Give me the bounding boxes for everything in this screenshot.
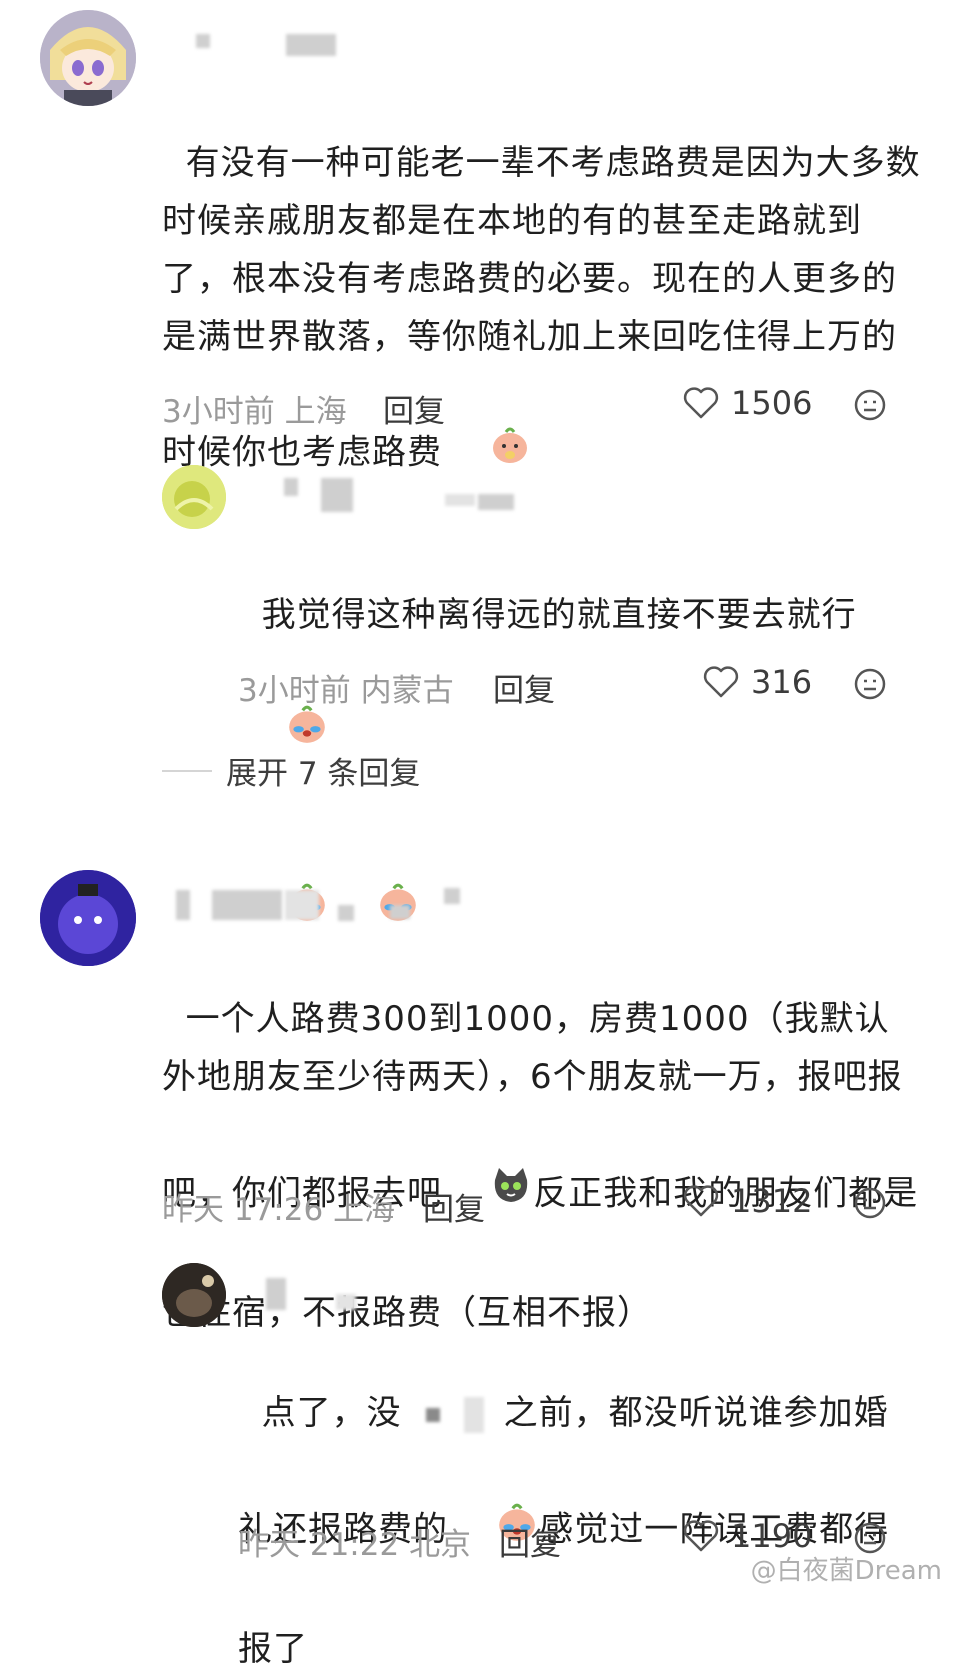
like-button[interactable]: 316 — [703, 663, 812, 701]
avatar[interactable] — [40, 870, 136, 966]
expand-replies-button[interactable]: 展开 7 条回复 — [162, 748, 420, 793]
watermark: @白夜菌Dream — [750, 1556, 942, 1586]
reply-button[interactable]: 回复 — [493, 665, 555, 710]
username-redacted — [286, 34, 336, 56]
like-count: 1506 — [731, 384, 813, 422]
like-button[interactable]: 1506 — [683, 384, 812, 422]
text-redacted — [463, 1396, 484, 1433]
comment-meta: 昨天 17:26 上海 — [162, 1184, 395, 1229]
username-redacted — [212, 890, 282, 920]
heart-outline-icon — [683, 387, 719, 419]
heart-outline-icon — [683, 1520, 719, 1552]
comment-text: 有没有一种可能老一辈不考虑路费是因为大多数时候亲戚朋友都是在本地的有的甚至走路就… — [162, 76, 922, 542]
username-redacted — [284, 478, 298, 496]
anime-avatar-icon — [40, 10, 136, 106]
timestamp: 昨天 21:22 — [238, 1527, 400, 1563]
like-button[interactable]: 1312 — [683, 1182, 812, 1220]
username-redacted — [196, 34, 210, 48]
avatar[interactable] — [40, 10, 136, 106]
location: 上海 — [333, 1192, 396, 1228]
username-redacted — [444, 888, 460, 904]
location: 内蒙古 — [360, 673, 454, 709]
reply-text: 点了，没 之前，都没听说谁参加婚礼还报路费的 感觉过一阵误工费都得报了 — [238, 1393, 890, 1669]
text-redacted — [425, 1407, 440, 1422]
avatar-image-icon — [162, 1263, 226, 1327]
username-redacted — [338, 905, 354, 921]
emoji-face-icon[interactable] — [853, 388, 887, 422]
avatar[interactable] — [162, 465, 226, 529]
reply-button[interactable]: 回复 — [499, 1519, 561, 1564]
emoji-face-icon[interactable] — [853, 667, 887, 701]
timestamp: 昨天 17:26 — [162, 1192, 324, 1228]
timestamp: 3小时前 — [162, 394, 275, 430]
location: 北京 — [409, 1527, 472, 1563]
heart-outline-icon — [683, 1185, 719, 1217]
avatar[interactable] — [162, 1263, 226, 1327]
username-redacted — [390, 905, 410, 919]
username-redacted — [285, 890, 319, 920]
username-redacted — [266, 1278, 286, 1310]
avatar-image-icon — [162, 465, 226, 529]
expand-replies-label: 展开 7 条回复 — [226, 756, 421, 792]
emoji-face-icon[interactable] — [853, 1186, 887, 1220]
avatar-image-icon — [40, 870, 136, 966]
reply-meta: 昨天 21:22 北京 — [238, 1519, 471, 1564]
reply-meta: 3小时前 内蒙古 — [238, 665, 454, 710]
username-redacted — [336, 1294, 356, 1310]
username-redacted — [321, 478, 353, 512]
like-count: 1312 — [731, 1182, 813, 1220]
like-count: 316 — [751, 663, 813, 701]
comment-meta: 3小时前 上海 — [162, 386, 347, 431]
reply-button[interactable]: 回复 — [423, 1184, 485, 1229]
peach-face-emoji — [442, 366, 531, 542]
location: 上海 — [284, 394, 347, 430]
timestamp: 3小时前 — [238, 673, 351, 709]
username-redacted — [176, 890, 190, 920]
username-redacted — [445, 494, 475, 506]
divider — [162, 769, 212, 772]
reply-button[interactable]: 回复 — [383, 386, 445, 431]
username-redacted — [478, 494, 514, 510]
heart-outline-icon — [703, 666, 739, 698]
